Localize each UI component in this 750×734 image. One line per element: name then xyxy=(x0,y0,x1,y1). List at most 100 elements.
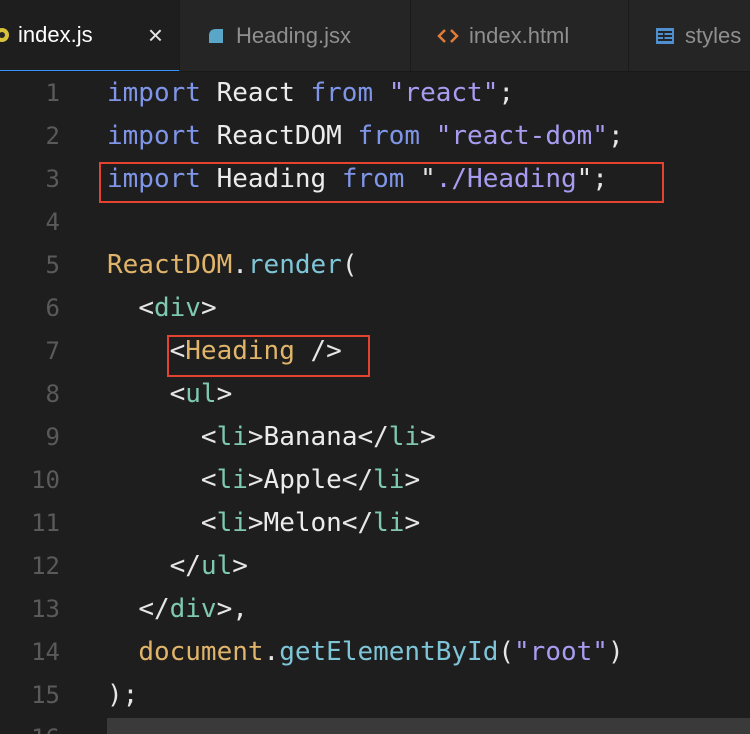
tag-name: div xyxy=(153,293,201,323)
code-line-13: </div>, xyxy=(107,588,248,631)
line-number: 15 xyxy=(31,681,60,709)
tag-bracket: < xyxy=(138,293,154,323)
tag-bracket: < xyxy=(200,508,217,538)
tag-bracket: > xyxy=(404,508,421,538)
tag-name: li xyxy=(216,508,248,538)
tag-bracket: > xyxy=(247,422,264,452)
tag-bracket: > xyxy=(232,551,248,581)
string: ./Heading xyxy=(435,164,577,194)
keyword: import xyxy=(107,78,201,108)
line-number: 7 xyxy=(45,337,60,365)
tab-label: index.js xyxy=(18,22,93,47)
text-content: Melon xyxy=(263,508,342,538)
code-line-7: <Heading /> xyxy=(107,330,342,373)
code-editor[interactable]: 1 2 3 4 5 6 7 8 9 10 11 12 13 14 15 16 i… xyxy=(0,72,750,734)
string: "root" xyxy=(514,637,608,667)
line-number: 10 xyxy=(31,466,60,494)
tab-label: styles xyxy=(685,23,742,48)
string: "react-dom" xyxy=(435,121,608,151)
line-number: 11 xyxy=(31,509,60,537)
code-line-12: </ul> xyxy=(107,545,248,588)
tag-name: div xyxy=(169,594,217,624)
identifier: ReactDOM xyxy=(200,121,358,151)
tag-bracket: > xyxy=(420,422,436,452)
horizontal-scrollbar[interactable] xyxy=(107,718,750,734)
tag-bracket: > xyxy=(247,465,264,495)
tab-styles[interactable]: styles xyxy=(629,0,750,71)
line-number: 8 xyxy=(45,380,60,408)
keyword: from xyxy=(310,78,374,108)
code-line-9: <li>Banana</li> xyxy=(107,416,436,459)
text-content: Banana xyxy=(263,422,358,452)
code-line-15: ); xyxy=(107,674,138,717)
identifier: Heading xyxy=(200,164,342,194)
javascript-file-icon xyxy=(0,23,10,47)
close-tab-icon[interactable]: × xyxy=(148,22,163,48)
tag-bracket: > xyxy=(216,379,233,409)
component-name: Heading xyxy=(185,336,295,366)
tag-bracket: </ xyxy=(341,465,374,495)
tag-name: li xyxy=(373,508,405,538)
tag-bracket: >, xyxy=(216,594,248,624)
line-number: 9 xyxy=(45,423,60,451)
tag-bracket: < xyxy=(200,465,217,495)
line-number: 14 xyxy=(31,638,60,666)
tag-bracket: > xyxy=(200,293,217,323)
code-line-3: import Heading from "./Heading"; xyxy=(107,158,608,201)
object: ReactDOM xyxy=(107,250,233,280)
code-line-14: document.getElementById("root") xyxy=(107,631,624,674)
code-line-8: <ul> xyxy=(107,373,233,416)
dot: . xyxy=(263,637,280,667)
tag-bracket: < xyxy=(200,422,217,452)
css-file-icon xyxy=(655,26,675,46)
tag-name: li xyxy=(216,422,248,452)
tab-label: Heading.jsx xyxy=(236,23,351,48)
punctuation: ; xyxy=(592,164,608,194)
text-content: Apple xyxy=(263,465,342,495)
line-number: 2 xyxy=(45,122,60,150)
line-number: 4 xyxy=(45,208,60,236)
tag-bracket: </ xyxy=(138,594,170,624)
tag-bracket: > xyxy=(404,465,421,495)
tag-name: li xyxy=(373,465,405,495)
tab-heading-jsx[interactable]: Heading.jsx xyxy=(180,0,411,71)
code-line-2: import ReactDOM from "react-dom"; xyxy=(107,115,624,158)
tag-name: ul xyxy=(200,551,233,581)
punctuation: ; xyxy=(498,78,515,108)
tag-bracket: < xyxy=(169,336,186,366)
keyword: import xyxy=(107,164,201,194)
paren: ( xyxy=(498,637,515,667)
method: render xyxy=(247,250,342,280)
punctuation: ); xyxy=(107,680,139,710)
tag-bracket: </ xyxy=(341,508,374,538)
method: getElementById xyxy=(279,637,499,667)
dot: . xyxy=(232,250,248,280)
line-number: 5 xyxy=(45,251,60,279)
line-number: 1 xyxy=(45,79,60,107)
keyword: from xyxy=(341,164,405,194)
react-file-icon xyxy=(206,26,226,46)
editor-tab-bar: index.js × Heading.jsx index.html styles xyxy=(0,0,750,72)
tag-bracket: < xyxy=(169,379,186,409)
tab-index-js[interactable]: index.js × xyxy=(0,0,180,71)
tab-index-html[interactable]: index.html xyxy=(411,0,629,71)
keyword: import xyxy=(107,121,201,151)
object: document xyxy=(138,637,264,667)
paren: ( xyxy=(341,250,358,280)
paren: ) xyxy=(607,637,624,667)
line-number: 6 xyxy=(45,294,60,322)
tag-bracket: </ xyxy=(169,551,201,581)
line-number: 13 xyxy=(31,595,60,623)
code-line-1: import React from "react"; xyxy=(107,72,514,115)
